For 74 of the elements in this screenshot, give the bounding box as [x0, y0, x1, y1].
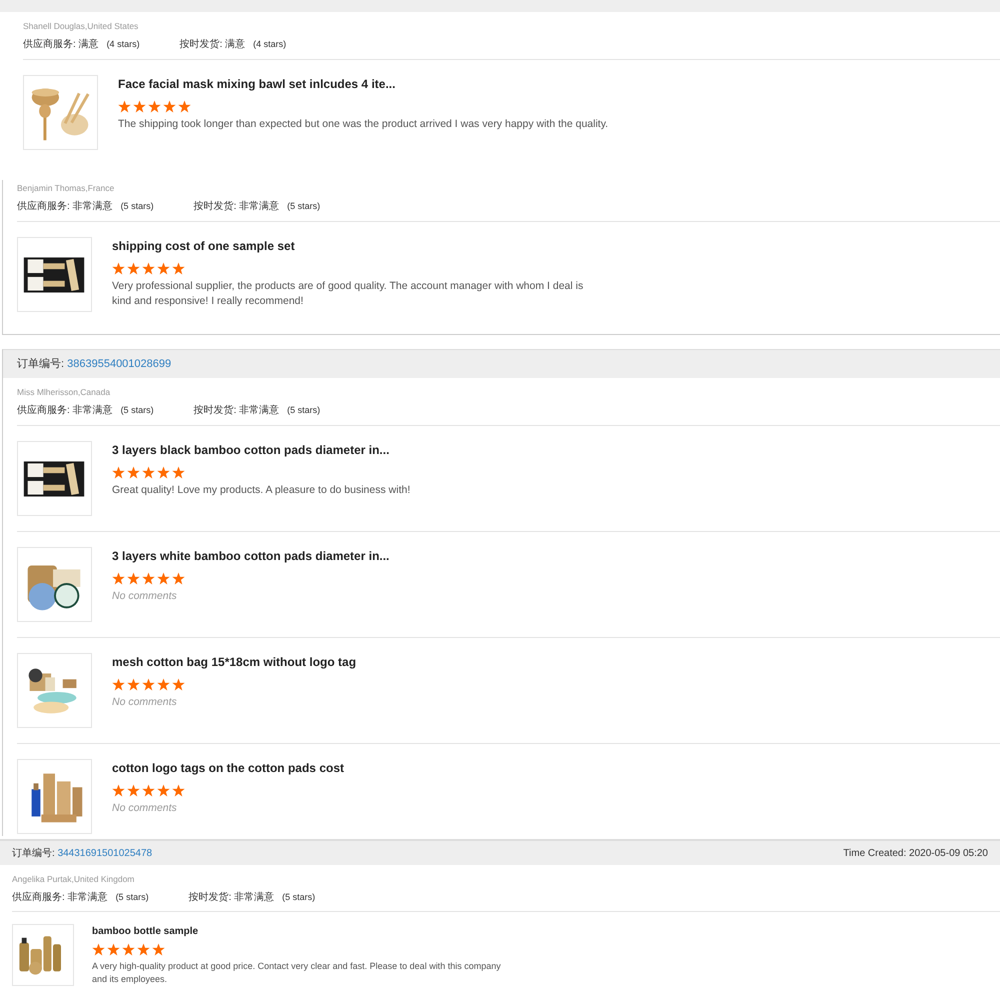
rating-text: 按时发货: 非常满意 [188, 892, 274, 903]
rating-note: (5 stars) [116, 892, 149, 902]
star-icon [112, 784, 125, 797]
star-icon [133, 100, 146, 113]
star-icon [142, 784, 155, 797]
star-icon [152, 942, 165, 956]
rating-note: (5 stars) [287, 200, 320, 211]
star-icon [142, 262, 155, 275]
review-comment: No comments [112, 800, 178, 816]
rating-text: 按时发货: 非常满意 [194, 200, 280, 212]
product-title[interactable]: 3 layers white bamboo cotton pads diameter in... [112, 546, 390, 565]
rating-text: 供应商服务: 非常满意 [17, 200, 113, 212]
rating-text: 供应商服务: 满意 [23, 38, 99, 50]
star-icon [107, 942, 120, 956]
reviewer-name: Miss Mlherisson,Canada [17, 386, 112, 399]
star-icon [112, 572, 125, 585]
review-comment: No comments [112, 588, 178, 604]
star-icon [112, 262, 125, 275]
order-number-link[interactable]: 38639554001028699 [67, 358, 172, 370]
star-icon [127, 678, 140, 691]
rating-text: 按时发货: 非常满意 [194, 404, 280, 416]
rating-text: 供应商服务: 非常满意 [17, 404, 113, 416]
star-icon [178, 100, 191, 113]
star-icon [157, 572, 170, 585]
star-icon [127, 466, 140, 479]
product-title[interactable]: 3 layers black bamboo cotton pads diameter in... [112, 440, 410, 459]
product-title[interactable]: cotton logo tags on the cotton pads cost [112, 758, 344, 777]
product-title[interactable]: shipping cost of one sample set [112, 236, 592, 255]
star-icon [172, 466, 185, 479]
rating-note: (5 stars) [120, 200, 154, 211]
star-icon [172, 678, 185, 691]
reviewer-name: Shanell Douglas,United States [23, 20, 140, 33]
star-icon [142, 678, 155, 691]
star-icon [172, 572, 185, 585]
reviewer-name: Angelika Purtak,United Kingdom [12, 873, 136, 886]
star-icon [137, 942, 150, 956]
star-icon [172, 784, 185, 797]
star-icon [142, 466, 155, 479]
review-comment: Great quality! Love my products. A pleasure to do business with! [112, 482, 410, 498]
rating-text: 按时发货: 满意 [180, 38, 246, 50]
review-comment: Very professional supplier, the products are of good quality. The account manager with whom I deal is kind and responsive! I really recommend! [112, 278, 584, 309]
rating-note: (4 stars) [106, 38, 140, 49]
star-icon [157, 784, 170, 797]
rating-text: 供应商服务: 非常满意 [12, 892, 108, 903]
star-icon [122, 942, 135, 956]
review-comment: No comments [112, 694, 178, 710]
product-title[interactable]: mesh cotton bag 15*18cm without logo tag [112, 652, 356, 671]
order-number-link[interactable]: 34431691501025478 [58, 848, 152, 858]
review-comment: A very high-quality product at good price. Contact very clear and fast. Please to deal with this company and its employees. [92, 960, 502, 986]
rating-note: (4 stars) [253, 38, 286, 49]
review-comment: The shipping took longer than expected but one was the product arrived I was very happy with the quality. [118, 116, 608, 132]
rating-note: (5 stars) [282, 892, 316, 902]
star-icon [148, 100, 161, 113]
product-title[interactable]: bamboo bottle sample [92, 924, 512, 939]
star-icon [157, 678, 170, 691]
time-created: Time Created: 2020-05-09 05:20 [843, 846, 988, 860]
rating-note: (5 stars) [120, 404, 154, 415]
rating-note: (5 stars) [287, 404, 320, 415]
star-icon [157, 262, 170, 275]
star-icon [157, 466, 170, 479]
star-icon [127, 784, 140, 797]
reviewer-name: Benjamin Thomas,France [17, 182, 116, 195]
star-icon [112, 466, 125, 479]
star-icon [118, 100, 131, 113]
order-label: 订单编号: [17, 358, 64, 370]
star-icon [142, 572, 155, 585]
star-icon [127, 572, 140, 585]
star-icon [172, 262, 185, 275]
product-title[interactable]: Face facial mask mixing bawl set inlcudes 4 ite... [118, 74, 608, 93]
star-icon [92, 942, 105, 956]
star-icon [163, 100, 176, 113]
order-label: 订单编号: [12, 848, 55, 858]
star-icon [112, 678, 125, 691]
star-icon [127, 262, 140, 275]
